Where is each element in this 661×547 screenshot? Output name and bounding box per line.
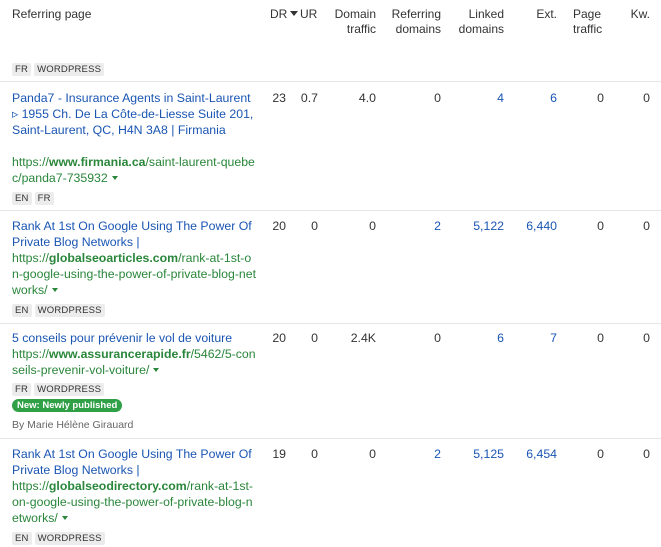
referring-page-title[interactable]: Rank At 1st On Google Using The Power Of… — [12, 446, 257, 478]
referring-page-url[interactable]: https://www.assurancerapide.fr/5462/5-co… — [12, 346, 257, 378]
page-traffic-value: 0 — [597, 91, 604, 105]
col-label: Referring page — [12, 7, 92, 21]
referring-domains-value[interactable]: 2 — [381, 218, 441, 234]
url-domain: www.firmania.ca — [48, 155, 146, 169]
ur-value: 0 — [311, 219, 318, 233]
col-label: Referring — [391, 7, 441, 21]
col-kw[interactable]: Kw. — [625, 7, 650, 22]
col-domain-traffic[interactable]: Domain traffic — [326, 7, 376, 37]
url-prefix: https:// — [12, 155, 49, 169]
col-referring-page[interactable]: Referring page — [12, 7, 91, 22]
col-label: UR — [300, 7, 318, 21]
newly-published-badge: New: Newly published — [12, 399, 123, 412]
sort-desc-icon — [290, 11, 299, 16]
lang-tag: FR — [34, 192, 54, 205]
linked-domains-value[interactable]: 5,125 — [449, 446, 504, 462]
kw-value: 0 — [643, 91, 650, 105]
col-dr[interactable]: DR — [270, 7, 299, 22]
kw-value: 0 — [643, 447, 650, 461]
url-domain: globalseodirectory.com — [48, 479, 187, 493]
col-linked-domains[interactable]: Linked domains — [449, 7, 504, 37]
col-label: Kw. — [630, 7, 650, 21]
col-label: DR — [270, 7, 288, 21]
dr-value: 23 — [272, 91, 286, 105]
dr-value: 19 — [272, 447, 286, 461]
page-traffic-value: 0 — [597, 219, 604, 233]
page-traffic-value: 0 — [597, 447, 604, 461]
lang-tag: FR — [12, 383, 32, 396]
col-page-traffic[interactable]: Page traffic — [573, 7, 602, 37]
col-label: domains — [458, 22, 504, 36]
ext-value[interactable]: 6,440 — [520, 218, 557, 234]
col-label: traffic — [573, 22, 603, 36]
referring-page-url[interactable]: https://globalseoarticles.com/rank-at-1s… — [12, 250, 257, 298]
kw-value: 0 — [643, 331, 650, 345]
ext-value[interactable]: 7 — [520, 330, 557, 346]
linked-domains-value[interactable]: 4 — [449, 90, 504, 106]
referring-page-url[interactable]: https://www.firmania.ca/saint-laurent-qu… — [12, 154, 257, 186]
col-ur[interactable]: UR — [300, 7, 317, 22]
lang-tag: EN — [12, 192, 32, 205]
domain-traffic-value: 0 — [369, 219, 376, 233]
table-row: Rank At 1st On Google Using The Power Of… — [0, 439, 661, 547]
url-domain: globalseoarticles.com — [48, 251, 179, 265]
url-prefix: https:// — [12, 347, 49, 361]
col-label: Domain — [334, 7, 376, 21]
ext-value[interactable]: 6,454 — [520, 446, 557, 462]
domain-traffic-value: 4.0 — [358, 91, 376, 105]
url-domain: www.assurancerapide.fr — [48, 347, 191, 361]
lang-tag: EN — [12, 532, 32, 545]
linked-domains-value[interactable]: 5,122 — [449, 218, 504, 234]
page-tags: FR WORDPRESS — [12, 381, 107, 396]
table-row: Rank At 1st On Google Using The Power Of… — [0, 211, 661, 323]
domain-traffic-value: 0 — [369, 447, 376, 461]
table-row: 5 conseils pour prévenir le vol de voitu… — [0, 324, 661, 438]
domain-traffic-value: 2.4K — [350, 331, 376, 345]
col-referring-domains[interactable]: Referring domains — [381, 7, 441, 37]
col-label: traffic — [346, 22, 376, 36]
cms-tag: WORDPRESS — [34, 532, 105, 545]
ext-value[interactable]: 6 — [520, 90, 557, 106]
linked-domains-value[interactable]: 6 — [449, 330, 504, 346]
table-row: Panda7 - Insurance Agents in Saint-Laure… — [0, 82, 661, 210]
kw-value: 0 — [643, 219, 650, 233]
col-ext[interactable]: Ext. — [520, 7, 557, 22]
col-label: Ext. — [536, 7, 557, 21]
page-tags: FR WORDPRESS — [12, 61, 107, 76]
page-traffic-value: 0 — [597, 331, 604, 345]
dropdown-caret-icon[interactable] — [51, 288, 58, 292]
cms-tag: WORDPRESS — [34, 304, 105, 317]
referring-domains-value: 0 — [434, 331, 441, 345]
referring-page-url[interactable]: https://globalseodirectory.com/rank-at-1… — [12, 478, 257, 526]
dr-value: 20 — [272, 219, 286, 233]
cms-tag: WORDPRESS — [34, 383, 105, 396]
page-tags: EN WORDPRESS — [12, 302, 108, 317]
ur-value: 0 — [311, 447, 318, 461]
url-prefix: https:// — [12, 479, 49, 493]
referring-domains-value[interactable]: 2 — [381, 446, 441, 462]
dropdown-caret-icon[interactable] — [153, 368, 160, 372]
lang-tag: EN — [12, 304, 32, 317]
referring-page-title[interactable]: 5 conseils pour prévenir le vol de voitu… — [12, 330, 257, 346]
referring-page-title[interactable]: Rank At 1st On Google Using The Power Of… — [12, 218, 257, 250]
dropdown-caret-icon[interactable] — [111, 176, 118, 180]
dr-value: 20 — [272, 331, 286, 345]
cms-tag: WORDPRESS — [34, 63, 105, 76]
dropdown-caret-icon[interactable] — [61, 516, 68, 520]
url-prefix: https:// — [12, 251, 49, 265]
referring-domains-value: 0 — [434, 91, 441, 105]
table-header: Referring page DR UR Domain traffic Refer… — [0, 0, 661, 44]
page-tags: EN WORDPRESS — [12, 530, 108, 545]
ur-value: 0 — [311, 331, 318, 345]
page-tags: EN FR — [12, 190, 57, 205]
referring-page-title[interactable]: Panda7 - Insurance Agents in Saint-Laure… — [12, 90, 257, 138]
lang-tag: FR — [12, 63, 32, 76]
author-name: By Marie Hélène Girauard — [12, 419, 134, 431]
col-label: Page — [573, 7, 602, 21]
ur-value: 0.7 — [300, 91, 318, 105]
col-label: Linked — [468, 7, 504, 21]
col-label: domains — [395, 22, 441, 36]
